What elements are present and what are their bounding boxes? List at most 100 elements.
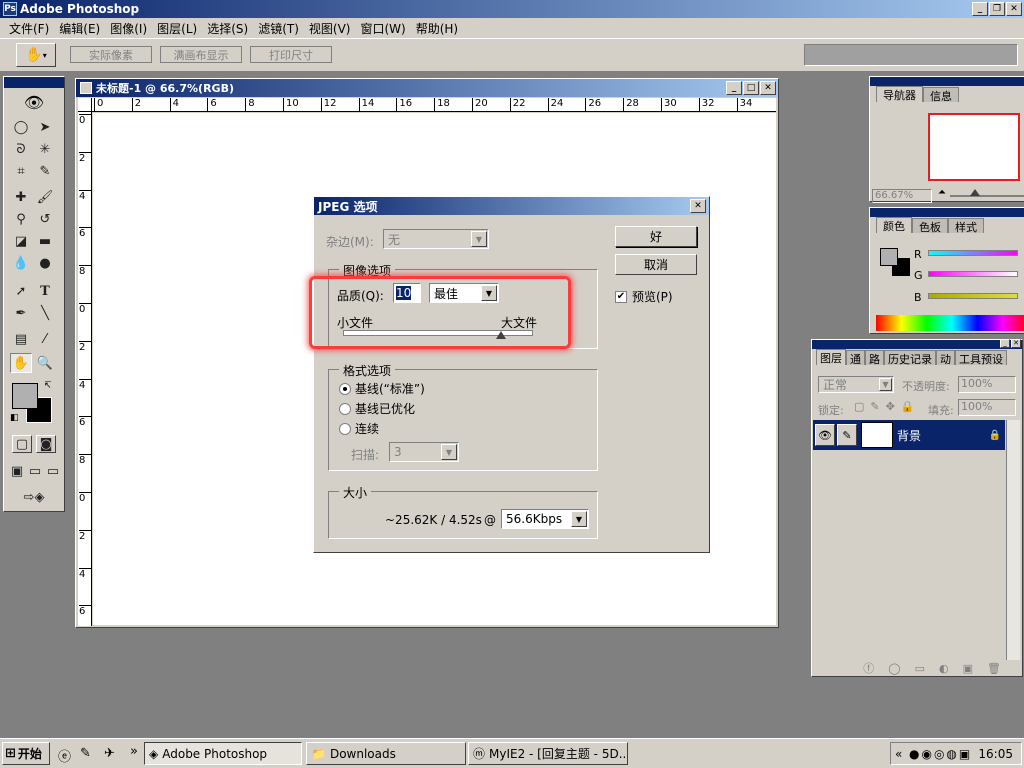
brush-tool-icon[interactable]: 🖌 xyxy=(34,187,56,207)
tab-styles[interactable]: 样式 xyxy=(948,218,984,234)
menu-help[interactable]: 帮助(H) xyxy=(411,20,463,37)
dialog-close-button[interactable]: ✕ xyxy=(690,199,706,213)
r-slider[interactable] xyxy=(928,250,1018,256)
connection-speed-select[interactable]: 56.6Kbps ▼ xyxy=(501,509,589,529)
tab-swatches[interactable]: 色板 xyxy=(912,218,948,234)
tab-color[interactable]: 颜色 xyxy=(876,217,912,233)
baseline-optimized-radio[interactable]: 基线已优化 xyxy=(339,400,415,417)
close-button[interactable]: ✕ xyxy=(1006,2,1022,16)
menu-view[interactable]: 视图(V) xyxy=(304,20,356,37)
layer-style-icon[interactable]: ⓕ xyxy=(863,660,874,676)
menu-filter[interactable]: 滤镜(T) xyxy=(253,20,304,37)
standard-screen-mode-icon[interactable]: ▣ xyxy=(8,461,26,481)
type-tool-icon[interactable]: T xyxy=(34,281,56,301)
ok-button[interactable]: 好 xyxy=(615,226,697,247)
lasso-tool-icon[interactable]: ᘐ xyxy=(10,139,32,159)
panel-minimize-button[interactable]: _ xyxy=(1000,339,1010,348)
baseline-standard-radio[interactable]: 基线(“标准”) xyxy=(339,380,425,397)
adjustment-layer-icon[interactable]: ◐ xyxy=(939,662,949,675)
tab-paths[interactable]: 路 xyxy=(865,350,884,366)
tray-chevron[interactable]: « xyxy=(895,747,902,761)
healing-brush-tool-icon[interactable]: ✚ xyxy=(10,187,32,207)
tray-icons[interactable]: ●◉◎◍▣ xyxy=(909,747,972,761)
progressive-radio[interactable]: 连续 xyxy=(339,420,379,437)
panel-close-button[interactable]: ✕ xyxy=(1011,339,1021,348)
photoshop-eye-icon[interactable]: 👁 xyxy=(8,91,60,113)
task-photoshop[interactable]: ◈ Adobe Photoshop xyxy=(144,742,302,765)
preview-checkbox[interactable]: ✔ 预览(P) xyxy=(615,288,673,305)
jump-to-imageready-icon[interactable]: ⇨◈ xyxy=(12,487,56,507)
tab-actions[interactable]: 动 xyxy=(936,350,955,366)
hand-tool-preset-picker[interactable]: ✋ ▾ xyxy=(16,43,56,67)
layer-mask-icon[interactable]: ◯ xyxy=(888,662,900,675)
color-panel-fg-swatch[interactable] xyxy=(880,248,898,266)
task-downloads[interactable]: 📁 Downloads xyxy=(306,742,466,765)
navigator-zoom-slider[interactable] xyxy=(950,195,1024,197)
task-myie2[interactable]: ⓜ MyIE2 - [回复主题 - 5D... xyxy=(468,742,628,765)
quicklaunch-icon-2[interactable]: ✈ xyxy=(104,746,115,761)
dodge-tool-icon[interactable]: ● xyxy=(34,253,56,273)
actual-pixels-button[interactable]: 实际像素 xyxy=(70,46,152,63)
ie-icon[interactable]: ⓔ xyxy=(58,746,71,765)
magic-wand-tool-icon[interactable]: ✳ xyxy=(34,139,56,159)
trash-icon[interactable]: 🗑 xyxy=(987,662,1001,675)
blur-tool-icon[interactable]: 💧 xyxy=(10,253,32,273)
restore-button[interactable]: ❐ xyxy=(989,2,1005,16)
tab-tool-presets[interactable]: 工具预设 xyxy=(955,350,1007,366)
default-colors-icon[interactable]: ◧ xyxy=(10,413,19,423)
menu-edit[interactable]: 编辑(E) xyxy=(54,20,105,37)
eyedropper-tool-icon[interactable]: ⁄ xyxy=(34,329,56,349)
layers-scrollbar[interactable] xyxy=(1006,420,1020,660)
eraser-tool-icon[interactable]: ◪ xyxy=(10,231,32,251)
swap-colors-icon[interactable]: ↸ xyxy=(44,381,52,391)
foreground-color-swatch[interactable] xyxy=(12,383,38,409)
quicklaunch-chevron[interactable]: » xyxy=(130,744,138,759)
eye-icon[interactable]: 👁 xyxy=(815,424,835,446)
standard-mode-icon[interactable]: ▢ xyxy=(12,435,32,453)
hand-tool-icon[interactable]: ✋ xyxy=(10,353,32,373)
menu-layer[interactable]: 图层(L) xyxy=(152,20,202,37)
pen-tool-icon[interactable]: ✒ xyxy=(10,303,32,323)
menu-window[interactable]: 窗口(W) xyxy=(355,20,410,37)
zoom-out-icon[interactable]: ⏶ xyxy=(938,187,946,198)
b-slider[interactable] xyxy=(928,293,1018,299)
fit-screen-button[interactable]: 满画布显示 xyxy=(160,46,242,63)
clone-stamp-tool-icon[interactable]: ⚲ xyxy=(10,209,32,229)
history-brush-tool-icon[interactable]: ↺ xyxy=(34,209,56,229)
tab-layers[interactable]: 图层 xyxy=(816,349,846,365)
notes-tool-icon[interactable]: ▤ xyxy=(10,329,32,349)
clock[interactable]: 16:05 xyxy=(978,747,1013,761)
menu-select[interactable]: 选择(S) xyxy=(202,20,253,37)
g-slider[interactable] xyxy=(928,271,1018,277)
ruler-origin[interactable] xyxy=(78,98,92,112)
move-tool-icon[interactable]: ➤ xyxy=(34,117,56,137)
minimize-button[interactable]: _ xyxy=(972,2,988,16)
tab-info[interactable]: 信息 xyxy=(923,87,959,103)
gradient-tool-icon[interactable]: ▬ xyxy=(34,231,56,251)
start-button[interactable]: ⊞ 开始 xyxy=(2,742,50,765)
doc-minimize-button[interactable]: _ xyxy=(726,81,742,95)
horizontal-ruler[interactable]: 0 2 4 6 8 10 12 14 16 18 20 22 24 26 28 30 32 34 xyxy=(92,98,776,112)
quick-mask-mode-icon[interactable]: ◙ xyxy=(36,435,56,453)
new-group-icon[interactable]: ▭ xyxy=(915,662,925,675)
menu-image[interactable]: 图像(I) xyxy=(105,20,152,37)
navigator-thumbnail[interactable] xyxy=(928,113,1020,181)
path-selection-tool-icon[interactable]: ➚ xyxy=(10,281,32,301)
menu-file[interactable]: 文件(F) xyxy=(4,20,54,37)
full-screen-mode-icon[interactable]: ▭ xyxy=(44,461,62,481)
crop-tool-icon[interactable]: ⌗ xyxy=(10,161,32,181)
doc-maximize-button[interactable]: □ xyxy=(743,81,759,95)
vertical-ruler[interactable]: 0 2 4 6 8 0 2 4 6 8 0 2 4 6 xyxy=(78,112,92,626)
navigator-zoom-field[interactable]: 66.67% xyxy=(872,189,932,203)
color-ramp[interactable] xyxy=(876,315,1024,331)
quicklaunch-icon[interactable]: ✎ xyxy=(80,746,91,761)
slice-tool-icon[interactable]: ✎ xyxy=(34,161,56,181)
doc-close-button[interactable]: ✕ xyxy=(760,81,776,95)
zoom-tool-icon[interactable]: 🔍 xyxy=(34,353,56,373)
full-screen-menu-mode-icon[interactable]: ▭ xyxy=(26,461,44,481)
print-size-button[interactable]: 打印尺寸 xyxy=(250,46,332,63)
layer-row-background[interactable]: 👁 ✎ 背景 🔒 xyxy=(813,420,1005,450)
navigator-slider-thumb[interactable] xyxy=(970,189,980,196)
brush-icon[interactable]: ✎ xyxy=(837,424,857,446)
marquee-tool-icon[interactable]: ◯ xyxy=(10,117,32,137)
